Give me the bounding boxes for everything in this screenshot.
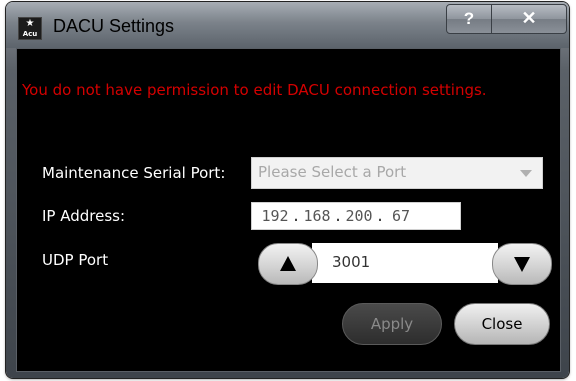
close-button[interactable]: Close xyxy=(454,303,550,345)
udp-port-value: 3001 xyxy=(332,253,371,271)
star-icon: ★ xyxy=(25,18,35,29)
arrow-down-icon xyxy=(514,257,530,272)
help-icon: ? xyxy=(463,9,475,28)
serial-port-placeholder: Please Select a Port xyxy=(258,163,407,181)
ip-address-field[interactable]: 192 . 168 . 200 . 67 xyxy=(251,202,461,230)
ip-octet-4[interactable]: 67 xyxy=(386,207,416,225)
title-bar[interactable]: ★ Acu DACU Settings ? ✕ xyxy=(6,2,569,48)
ip-separator: . xyxy=(333,207,343,225)
arrow-up-icon xyxy=(280,256,296,271)
ip-octet-1[interactable]: 192 xyxy=(260,207,290,225)
permission-error-message: You do not have permission to edit DACU … xyxy=(22,81,487,99)
chevron-down-icon xyxy=(520,170,532,177)
apply-button[interactable]: Apply xyxy=(342,303,442,345)
udp-port-field[interactable]: 3001 xyxy=(312,243,498,283)
app-icon-text: Acu xyxy=(22,30,38,38)
app-icon: ★ Acu xyxy=(18,17,42,40)
ip-separator: . xyxy=(291,207,301,225)
serial-port-label: Maintenance Serial Port: xyxy=(42,164,226,182)
close-icon: ✕ xyxy=(521,8,537,28)
help-button[interactable]: ? xyxy=(446,4,492,34)
ip-separator: . xyxy=(375,207,385,225)
window-close-button[interactable]: ✕ xyxy=(491,4,567,34)
ip-octet-3[interactable]: 200 xyxy=(344,207,374,225)
udp-port-label: UDP Port xyxy=(42,251,109,269)
udp-port-decrement-button[interactable] xyxy=(492,243,552,285)
ip-octet-2[interactable]: 168 xyxy=(302,207,332,225)
udp-port-increment-button[interactable] xyxy=(258,243,318,285)
ip-address-label: IP Address: xyxy=(42,207,126,225)
serial-port-select[interactable]: Please Select a Port xyxy=(251,157,543,189)
window-title: DACU Settings xyxy=(53,16,175,36)
